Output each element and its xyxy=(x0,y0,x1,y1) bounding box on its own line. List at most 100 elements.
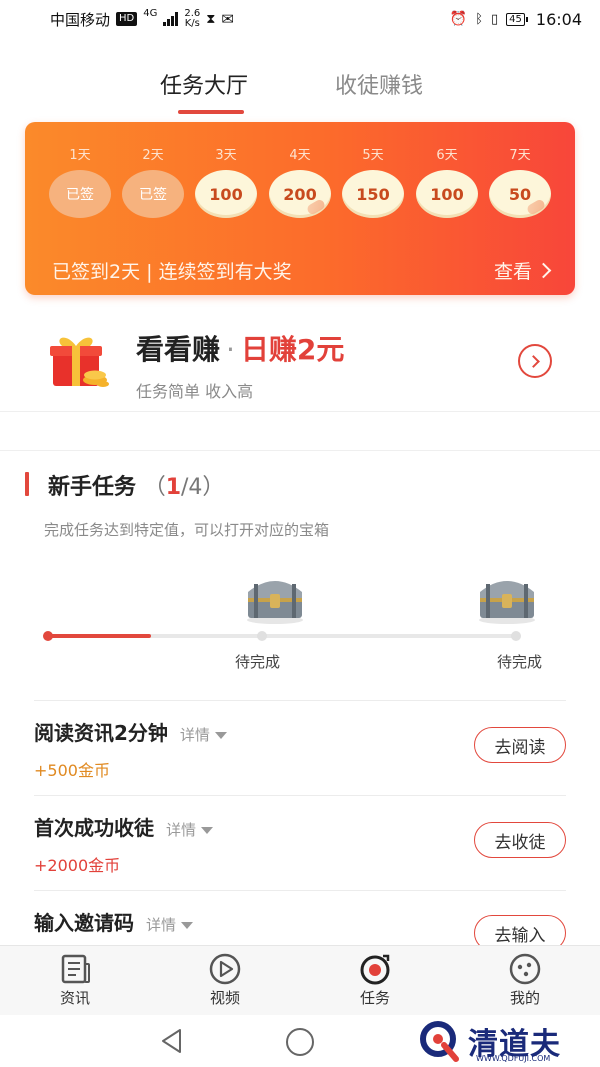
coin-value: 50 xyxy=(508,184,532,204)
status-bar: 中国移动 HD 4G 2.6 K/s ⧗ ✉ ⏰ ᛒ ▯ 45 16:04 xyxy=(0,0,600,38)
view-label: 查看 xyxy=(493,261,532,283)
watermark-url: WWW.QDFUJI.COM xyxy=(476,1054,551,1063)
day-coin: 已签 xyxy=(49,170,111,218)
back-triangle-icon[interactable] xyxy=(158,1027,186,1055)
gift-box-icon xyxy=(50,337,109,387)
triangle-down-icon xyxy=(201,827,214,834)
bluetooth-icon: ᛒ xyxy=(475,11,483,27)
milestone-dot xyxy=(511,631,521,641)
task-name: 阅读资讯2分钟 xyxy=(34,721,168,745)
task-title: 首次成功收徒 详情 xyxy=(34,812,214,841)
day-label: 3天 xyxy=(215,148,237,163)
day-label: 6天 xyxy=(436,148,458,163)
vibrate-icon: ▯ xyxy=(491,11,499,27)
newbie-description: 完成任务达到特定值，可以打开对应的宝箱 xyxy=(44,521,330,539)
task-row-invite-code: 输入邀请码 详情 去输入 xyxy=(34,890,566,945)
checkin-view-link[interactable]: 查看 xyxy=(493,257,552,284)
treasure-chest-icon[interactable] xyxy=(472,570,542,626)
milestone-status: 待完成 xyxy=(235,653,281,671)
task-name: 首次成功收徒 xyxy=(34,816,154,840)
task-progress-track xyxy=(43,631,521,641)
home-circle-icon[interactable] xyxy=(286,1028,314,1056)
task-reward: +2000金币 xyxy=(34,856,121,875)
title-separator: · xyxy=(226,333,235,366)
task-title: 输入邀请码 详情 xyxy=(34,907,194,936)
nav-task[interactable]: 任务 xyxy=(300,946,450,1015)
signal-icon xyxy=(163,12,179,26)
speed-unit: K/s xyxy=(184,18,200,29)
nav-label: 任务 xyxy=(359,989,390,1007)
video-play-icon xyxy=(209,953,241,985)
status-left: 中国移动 HD 4G 2.6 K/s ⧗ ✉ xyxy=(50,8,234,30)
newbie-tasks-heading: 新手任务 （1/4） xyxy=(48,469,224,501)
coin-value: 100 xyxy=(209,184,243,204)
checkin-day-6: 6天 100 xyxy=(415,144,479,218)
hourglass-icon: ⧗ xyxy=(206,11,216,27)
profile-face-icon xyxy=(509,953,541,985)
milestone-status: 待完成 xyxy=(497,653,543,671)
top-tabs: 任务大厅 收徒赚钱 xyxy=(0,62,600,122)
clock: 16:04 xyxy=(535,9,582,29)
day-label: 5天 xyxy=(362,148,384,163)
day-label: 7天 xyxy=(509,148,531,163)
checkin-day-7: 7天 50 xyxy=(488,144,552,218)
watermark-q-icon xyxy=(420,1021,459,1062)
carrier-label: 中国移动 xyxy=(50,10,111,29)
newbie-progress: （1/4） xyxy=(143,475,225,500)
checkin-day-1: 1天 已签 xyxy=(48,144,112,218)
day-coin: 100 xyxy=(416,170,478,218)
nav-label: 我的 xyxy=(509,989,540,1007)
progress-start-dot xyxy=(43,631,53,641)
news-icon xyxy=(61,954,90,984)
go-read-button[interactable]: 去阅读 xyxy=(474,727,566,763)
nav-label: 视频 xyxy=(209,989,240,1007)
task-icon xyxy=(360,954,390,985)
active-tab-indicator xyxy=(178,110,244,114)
hd-badge: HD xyxy=(116,12,138,26)
coin-value: 150 xyxy=(356,184,390,204)
task-name: 输入邀请码 xyxy=(34,911,134,935)
tab-task-hall[interactable]: 任务大厅 xyxy=(160,68,248,100)
checkin-day-2: 2天 已签 xyxy=(121,144,185,218)
treasure-chest-icon[interactable] xyxy=(240,570,310,626)
watch-earn-title: 看看赚 · 日赚2元 xyxy=(136,328,344,368)
go-input-button[interactable]: 去输入 xyxy=(474,915,566,945)
day-coin: 100 xyxy=(195,170,257,218)
mail-icon: ✉ xyxy=(221,10,234,28)
section-divider xyxy=(0,413,600,451)
watch-earn-name: 看看赚 xyxy=(136,333,221,366)
nav-video[interactable]: 视频 xyxy=(150,946,300,1015)
section-accent-bar xyxy=(25,472,29,496)
day-coin: 50 xyxy=(489,170,551,218)
task-row-read: 阅读资讯2分钟 详情 +500金币 去阅读 xyxy=(34,700,566,795)
task-detail-toggle[interactable]: 详情 xyxy=(166,821,214,839)
coin-value: 100 xyxy=(430,184,464,204)
alarm-icon: ⏰ xyxy=(449,11,468,27)
task-title: 阅读资讯2分钟 详情 xyxy=(34,717,227,746)
day-label: 4天 xyxy=(289,148,311,163)
day-coin: 200 xyxy=(269,170,331,218)
triangle-down-icon xyxy=(181,922,194,929)
nav-label: 资讯 xyxy=(59,989,90,1007)
checkin-day-3: 3天 100 xyxy=(194,144,258,218)
milestone-dot xyxy=(257,631,267,641)
nav-news[interactable]: 资讯 xyxy=(0,946,150,1015)
checkin-card: 1天 已签 2天 已签 3天 100 4天 200 5天 150 6天 100 … xyxy=(25,122,575,295)
watch-earn-subtitle: 任务简单 收入高 xyxy=(136,382,254,401)
task-progress-fill xyxy=(48,634,152,638)
go-recruit-button[interactable]: 去收徒 xyxy=(474,822,566,858)
checkin-summary: 已签到2天 | 连续签到有大奖 xyxy=(52,261,292,283)
checkin-day-4: 4天 200 xyxy=(268,144,332,218)
watch-earn-banner[interactable]: 看看赚 · 日赚2元 任务简单 收入高 xyxy=(0,318,600,412)
battery-icon: 45 xyxy=(506,12,528,26)
task-detail-toggle[interactable]: 详情 xyxy=(180,726,227,744)
battery-level: 45 xyxy=(506,12,525,26)
day-coin: 已签 xyxy=(122,170,184,218)
circle-arrow-right-icon[interactable] xyxy=(518,344,552,378)
tab-recruit-earn[interactable]: 收徒赚钱 xyxy=(335,68,423,100)
newbie-title: 新手任务 xyxy=(48,475,137,500)
coin-value: 200 xyxy=(283,184,317,204)
status-right: ⏰ ᛒ ▯ 45 16:04 xyxy=(450,10,582,29)
task-detail-toggle[interactable]: 详情 xyxy=(146,916,194,934)
nav-mine[interactable]: 我的 xyxy=(450,946,600,1015)
